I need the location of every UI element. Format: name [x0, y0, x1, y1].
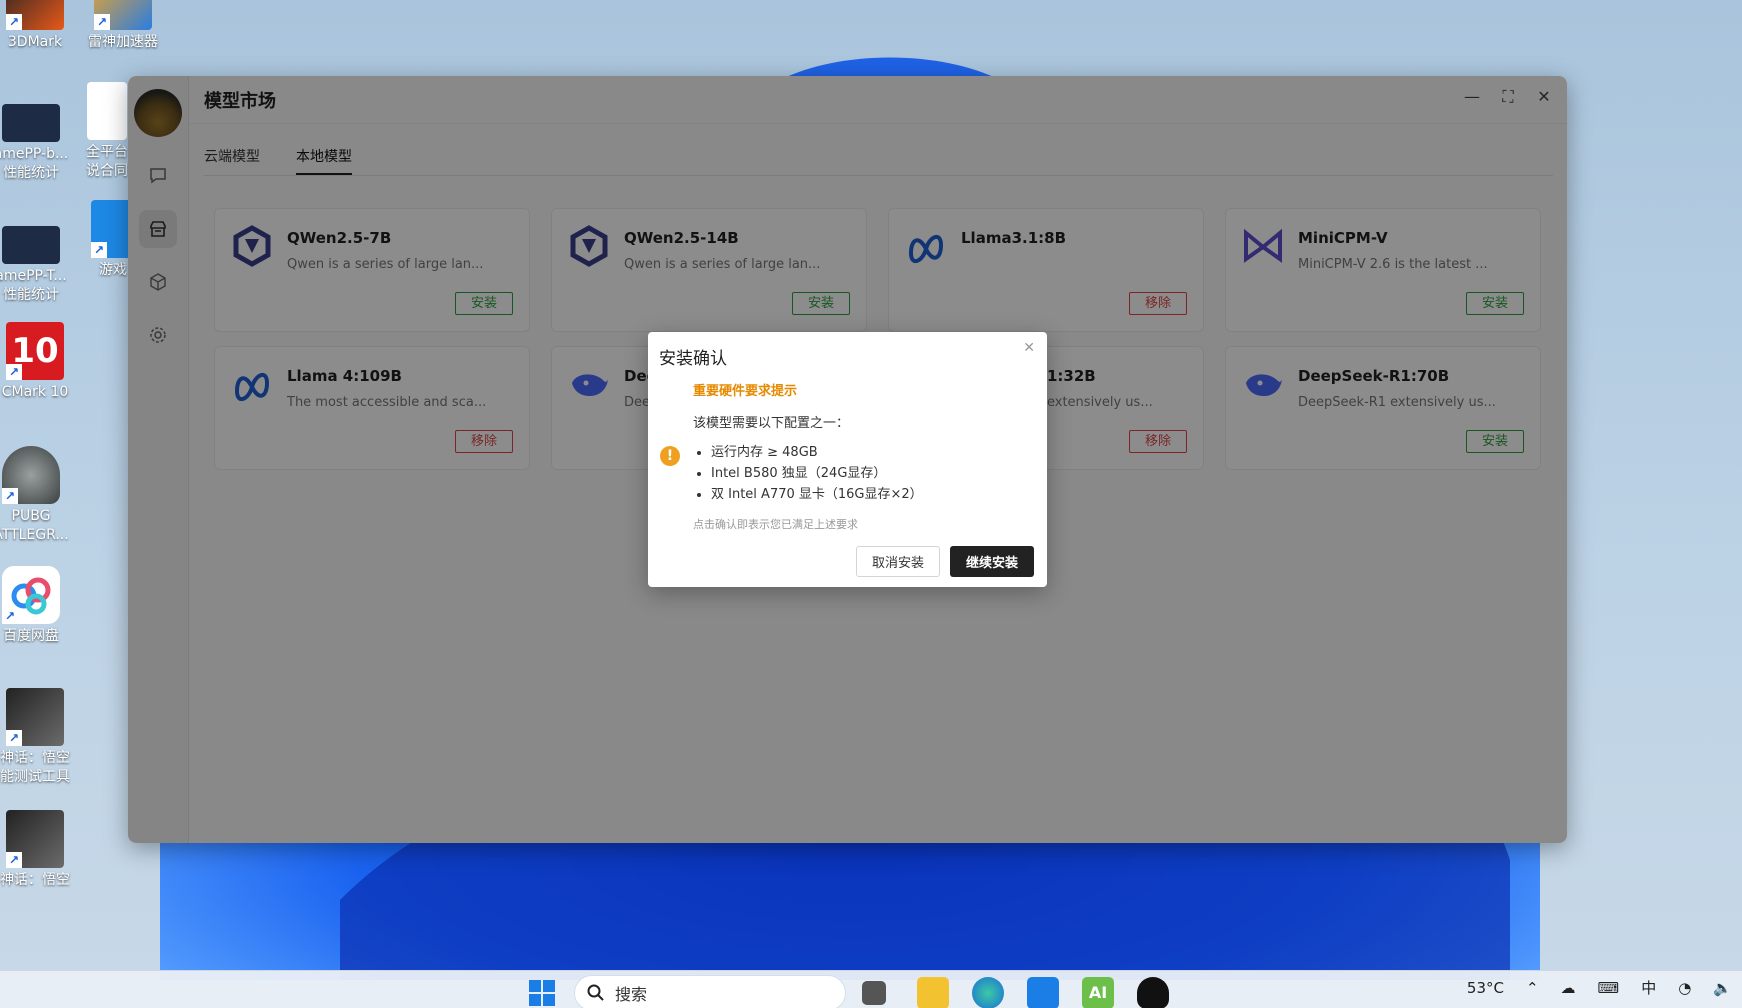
- desktop-icon-wukong[interactable]: ↗ 神话：悟空: [0, 810, 80, 890]
- qq-icon[interactable]: [1137, 977, 1169, 1008]
- requirements-list: 运行内存 ≥ 48GB Intel B580 独显（24G显存） 双 Intel…: [693, 442, 923, 505]
- requirement-item: 双 Intel A770 显卡（16G显存×2）: [693, 484, 923, 505]
- volume-icon[interactable]: 🔈: [1713, 979, 1732, 997]
- continue-install-button[interactable]: 继续安装: [950, 546, 1034, 577]
- requirements-intro: 该模型需要以下配置之一：: [693, 416, 850, 431]
- chevron-up-icon[interactable]: ⌃: [1526, 979, 1539, 997]
- taskbar: 搜索 AI 53°C ⌃ ☁ ⌨ 中 ◔ 🔈: [0, 970, 1742, 1008]
- warning-title: 重要硬件要求提示: [693, 384, 798, 399]
- windows-start-icon: [529, 980, 555, 1006]
- desktop-icon-label: CMark 10: [1, 384, 69, 400]
- edge-icon[interactable]: [972, 977, 1004, 1008]
- desktop-icon-label: 百度网盘: [3, 628, 59, 644]
- ai-app-icon[interactable]: AI: [1082, 977, 1114, 1008]
- taskbar-search[interactable]: 搜索: [574, 975, 846, 1008]
- store-icon[interactable]: [1027, 977, 1059, 1008]
- install-confirm-dialog: 安装确认 ✕ 重要硬件要求提示 该模型需要以下配置之一： ! 运行内存 ≥ 48…: [648, 332, 1047, 587]
- keyboard-icon[interactable]: ⌨: [1598, 979, 1620, 997]
- cancel-install-button[interactable]: 取消安装: [856, 546, 940, 577]
- desktop-icon-3dmark[interactable]: ↗ 3DMark: [0, 0, 80, 52]
- desktop-icon-pubg[interactable]: ↗ PUBG ATTLEGR...: [0, 446, 76, 545]
- desktop-icon-leishen[interactable]: ↗ 雷神加速器: [78, 0, 168, 52]
- desktop-icon-baidu-netdisk[interactable]: ↗ 百度网盘: [0, 566, 76, 646]
- onedrive-icon[interactable]: ☁: [1561, 979, 1576, 997]
- desktop-icon-label: amePP-T... 性能统计: [0, 268, 67, 303]
- desktop-icon-wukong-bench[interactable]: ↗ 神话：悟空 能测试工具: [0, 688, 80, 787]
- search-placeholder: 搜索: [615, 985, 648, 1004]
- system-tray: 53°C ⌃ ☁ ⌨ 中 ◔ 🔈: [1467, 977, 1732, 998]
- confirm-note: 点击确认即表示您已满足上述要求: [693, 518, 858, 531]
- start-button[interactable]: [526, 977, 558, 1008]
- warning-icon: !: [660, 446, 680, 466]
- desktop-icon-label: 神话：悟空: [0, 872, 70, 888]
- desktop-icon-label: 神话：悟空 能测试工具: [0, 750, 70, 785]
- desktop-icon-label: 雷神加速器: [88, 34, 158, 50]
- desktop-icon-label: PUBG ATTLEGR...: [0, 508, 69, 543]
- search-icon: [587, 984, 604, 1001]
- dialog-title: 安装确认: [659, 349, 727, 369]
- desktop-icon-label: 3DMark: [7, 34, 63, 50]
- requirement-item: Intel B580 独显（24G显存）: [693, 463, 923, 484]
- desktop-icon-gamepp-t[interactable]: amePP-T... 性能统计: [0, 218, 76, 305]
- task-view-icon[interactable]: [862, 981, 886, 1005]
- ime-indicator[interactable]: 中: [1641, 977, 1656, 998]
- dialog-close-icon[interactable]: ✕: [1023, 340, 1035, 356]
- cpu-temperature: 53°C: [1466, 978, 1504, 997]
- requirement-item: 运行内存 ≥ 48GB: [693, 442, 923, 463]
- file-explorer-icon[interactable]: [917, 977, 949, 1008]
- wifi-icon[interactable]: ◔: [1678, 979, 1691, 997]
- desktop-icon-pcmark10[interactable]: 10 ↗ CMark 10: [0, 322, 80, 402]
